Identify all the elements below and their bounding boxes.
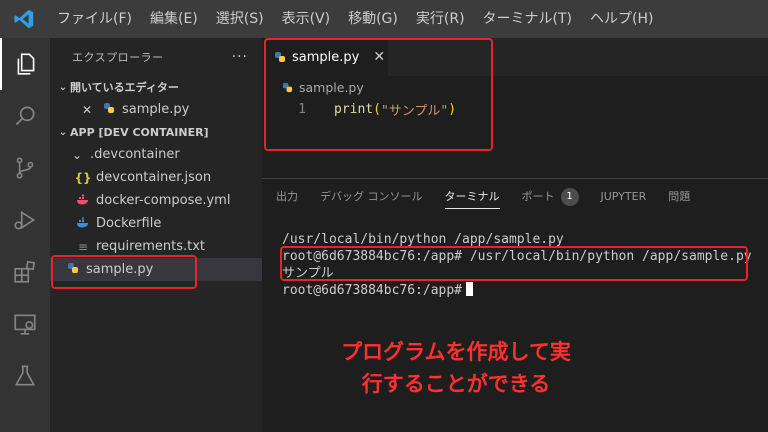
menu-selection[interactable]: 選択(S) <box>207 0 273 38</box>
chevron-down-icon: ⌄ <box>58 81 68 93</box>
terminal-prompt-line: root@6d673884bc76:/app# <box>282 282 752 299</box>
explorer-header: エクスプローラー ··· <box>50 38 262 76</box>
file-docker-compose[interactable]: docker-compose.yml <box>50 189 262 212</box>
text-file-icon: ≡ <box>77 239 89 254</box>
open-editor-item[interactable]: ✕ sample.py <box>50 98 262 121</box>
explorer-title: エクスプローラー <box>72 51 164 64</box>
open-editor-label: sample.py <box>122 102 190 117</box>
title-bar: ファイル(F) 編集(E) 選択(S) 表示(V) 移動(G) 実行(R) ター… <box>0 0 768 38</box>
file-label: devcontainer.json <box>96 170 212 185</box>
tab-jupyter[interactable]: JUPYTER <box>601 179 647 215</box>
menu-help[interactable]: ヘルプ(H) <box>581 0 662 38</box>
folder-label: .devcontainer <box>90 147 180 162</box>
file-label: requirements.txt <box>96 239 206 254</box>
activity-bar <box>0 38 50 432</box>
annotation-line-1: プログラムを作成して実 <box>341 340 571 364</box>
tab-terminal[interactable]: ターミナル <box>444 179 500 215</box>
docker-icon <box>74 194 92 208</box>
docker-icon <box>74 217 92 231</box>
tab-problems[interactable]: 問題 <box>668 179 690 215</box>
menu-run[interactable]: 実行(R) <box>407 0 474 38</box>
source-control-icon[interactable] <box>0 142 50 194</box>
menu-file[interactable]: ファイル(F) <box>48 0 141 38</box>
folder-devcontainer[interactable]: ⌄ .devcontainer <box>50 143 262 166</box>
menu-go[interactable]: 移動(G) <box>339 0 407 38</box>
highlight-editor-box <box>264 38 493 151</box>
annotation-line-2: 行することができる <box>361 372 551 396</box>
workspace-label: APP [DEV CONTAINER] <box>70 125 209 139</box>
file-label: docker-compose.yml <box>96 193 231 208</box>
python-icon <box>100 102 118 117</box>
ports-label: ポート <box>521 190 555 203</box>
highlight-terminal-box <box>280 246 748 281</box>
run-debug-icon[interactable] <box>0 194 50 246</box>
tab-ports[interactable]: ポート 1 <box>522 179 579 215</box>
close-icon[interactable]: ✕ <box>78 103 96 117</box>
file-dockerfile[interactable]: Dockerfile <box>50 212 262 235</box>
menu-view[interactable]: 表示(V) <box>273 0 340 38</box>
file-label: Dockerfile <box>96 216 162 231</box>
terminal-prompt: root@6d673884bc76:/app# <box>282 283 463 298</box>
menu-bar: ファイル(F) 編集(E) 選択(S) 表示(V) 移動(G) 実行(R) ター… <box>48 0 662 38</box>
terminal-cursor <box>466 282 474 296</box>
remote-explorer-icon[interactable] <box>0 298 50 350</box>
ports-count-badge: 1 <box>560 188 579 206</box>
vscode-logo-icon <box>0 0 48 38</box>
json-icon: {} <box>74 170 92 185</box>
annotation-text: プログラムを作成して実 行することができる <box>296 336 616 400</box>
testing-flask-icon[interactable] <box>0 350 50 402</box>
menu-terminal[interactable]: ターミナル(T) <box>474 0 581 38</box>
file-devcontainer-json[interactable]: {} devcontainer.json <box>50 166 262 189</box>
tab-output[interactable]: 出力 <box>276 179 298 215</box>
explorer-sidebar: エクスプローラー ··· ⌄ 開いているエディター ✕ sample.py ⌄ … <box>50 38 262 432</box>
more-actions-icon[interactable]: ··· <box>232 49 248 65</box>
chevron-down-icon: ⌄ <box>58 126 68 138</box>
explorer-icon[interactable] <box>0 38 50 90</box>
open-editors-header[interactable]: ⌄ 開いているエディター <box>50 76 262 98</box>
open-editors-label: 開いているエディター <box>70 81 179 94</box>
highlight-file-box <box>51 255 197 289</box>
search-icon[interactable] <box>0 90 50 142</box>
menu-edit[interactable]: 編集(E) <box>141 0 207 38</box>
workspace-header[interactable]: ⌄ APP [DEV CONTAINER] <box>50 121 262 143</box>
extensions-icon[interactable] <box>0 246 50 298</box>
chevron-down-icon: ⌄ <box>71 147 83 162</box>
panel-tab-bar: 出力 デバッグ コンソール ターミナル ポート 1 JUPYTER 問題 <box>262 179 768 215</box>
tab-debug-console[interactable]: デバッグ コンソール <box>320 179 423 215</box>
